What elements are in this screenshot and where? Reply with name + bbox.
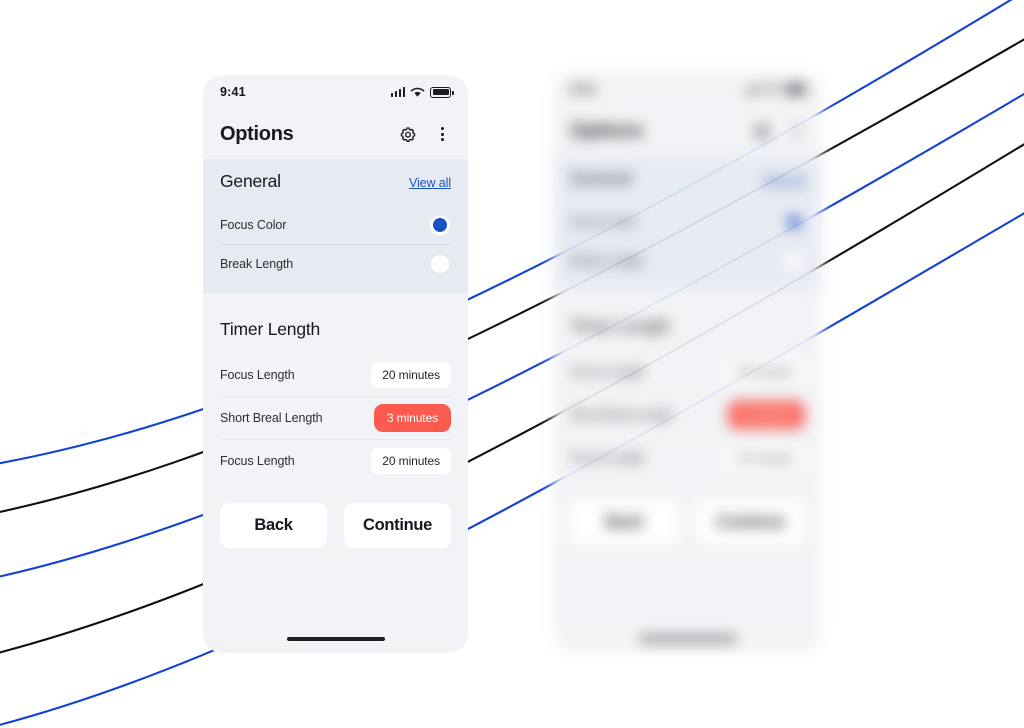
timer-length-section: Timer Length Focus Length 20 minutes Sho… [203, 293, 468, 482]
ghost-title-bar: Options [553, 106, 822, 156]
ghost-timer-label: Focus Length [570, 451, 645, 465]
kebab-menu-icon[interactable] [432, 124, 452, 144]
ghost-back-button: Back [570, 500, 679, 545]
ghost-continue-button: Continue [696, 500, 805, 545]
setting-row-break-length[interactable]: Break Length [220, 245, 451, 283]
ghost-status-time: 9:41 [570, 82, 596, 96]
ghost-home-indicator-area [553, 637, 822, 653]
battery-full-icon [430, 86, 454, 98]
timer-row-label: Short Breal Length [220, 411, 323, 425]
title-bar-actions [398, 124, 452, 144]
ghost-timer-title: Timer Length [570, 316, 671, 336]
color-swatch-blue[interactable] [433, 218, 447, 232]
ghost-timer-label: Focus Length [570, 365, 645, 379]
timer-row-label: Focus Length [220, 454, 295, 468]
timer-row-short-break-length[interactable]: Short Breal Length 3 minutes [220, 397, 451, 439]
cellular-signal-icon [744, 84, 759, 94]
ghost-timer-row: Short Breal Length 3 minutes [570, 394, 805, 436]
ghost-timer-label: Short Breal Length [570, 408, 673, 422]
continue-button[interactable]: Continue [344, 503, 451, 548]
setting-row-focus-color[interactable]: Focus Color [220, 206, 451, 244]
general-section-title: General [220, 171, 281, 191]
ghost-status-bar: 9:41 [553, 72, 822, 106]
home-indicator [638, 637, 737, 641]
ghost-row-label: Focus Color [570, 215, 637, 229]
kebab-menu-icon [786, 121, 806, 141]
status-bar: 9:41 [203, 75, 468, 109]
background-curve-4 [0, 212, 1024, 726]
status-bar-icons [390, 86, 454, 98]
ghost-timer-section: Timer Length Focus Length 20 minutes Sho… [553, 290, 822, 479]
background-curves [0, 0, 1024, 726]
page-title: Options [220, 122, 294, 145]
home-indicator-area [203, 637, 468, 653]
status-bar-time: 9:41 [220, 85, 246, 99]
ghost-general-section: General View all Focus Color Break Lengt… [553, 156, 822, 290]
timer-row-focus-length-2[interactable]: Focus Length 20 minutes [220, 440, 451, 482]
wifi-icon [764, 84, 779, 94]
wifi-icon [410, 87, 425, 97]
timer-section-title: Timer Length [220, 319, 321, 339]
ghost-timer-value: 20 minutes [725, 359, 805, 385]
ghost-view-all-link: View all [762, 173, 805, 187]
view-all-link[interactable]: View all [409, 176, 451, 190]
color-swatch-blue [787, 215, 801, 229]
ghost-general-title: General [570, 168, 631, 188]
ghost-status-icons [744, 83, 808, 95]
ghost-row-focus-color: Focus Color [570, 203, 805, 241]
home-indicator[interactable] [286, 637, 385, 641]
general-section-header: General View all [220, 171, 451, 206]
battery-full-icon [784, 83, 808, 95]
ghost-row-break-length: Break Length [570, 242, 805, 280]
setting-label: Focus Color [220, 218, 287, 232]
ghost-button-row: Back Continue [553, 479, 822, 545]
timer-value-pill[interactable]: 20 minutes [371, 362, 451, 388]
ghost-timer-value: 3 minutes [727, 401, 805, 429]
cellular-signal-icon [390, 87, 405, 97]
gear-icon [752, 121, 772, 141]
ghost-timer-value: 20 minutes [725, 445, 805, 471]
color-swatch-white[interactable] [431, 255, 449, 273]
background-curve-1 [0, 38, 1024, 513]
ghost-title-actions [752, 121, 806, 141]
app-title-bar: Options [203, 109, 468, 159]
timer-value-pill-danger[interactable]: 3 minutes [373, 404, 451, 432]
setting-label: Break Length [220, 257, 294, 271]
background-curve-2 [0, 92, 1024, 578]
phone-mockup-blurred: 9:41 Options General View all Focus Colo… [553, 72, 822, 653]
gear-icon[interactable] [398, 124, 418, 144]
color-swatch-white [785, 252, 803, 270]
general-section: General View all Focus Color Break Lengt… [203, 159, 468, 293]
ghost-timer-row: Focus Length 20 minutes [570, 351, 805, 393]
ghost-timer-row: Focus Length 20 minutes [570, 437, 805, 479]
footer-button-row: Back Continue [203, 482, 468, 548]
timer-row-focus-length-1[interactable]: Focus Length 20 minutes [220, 354, 451, 396]
ghost-page-title: Options [570, 119, 644, 142]
background-curve-3 [0, 143, 1024, 654]
timer-value-pill[interactable]: 20 minutes [371, 448, 451, 474]
back-button[interactable]: Back [220, 503, 327, 548]
background-curve-0 [0, 0, 1013, 465]
screenshot-canvas: 9:41 Options General View all Focus Colo… [0, 0, 1024, 728]
phone-mockup-main: 9:41 Options General View all Focus Colo… [203, 75, 468, 653]
timer-row-label: Focus Length [220, 368, 295, 382]
ghost-row-label: Break Length [570, 254, 644, 268]
